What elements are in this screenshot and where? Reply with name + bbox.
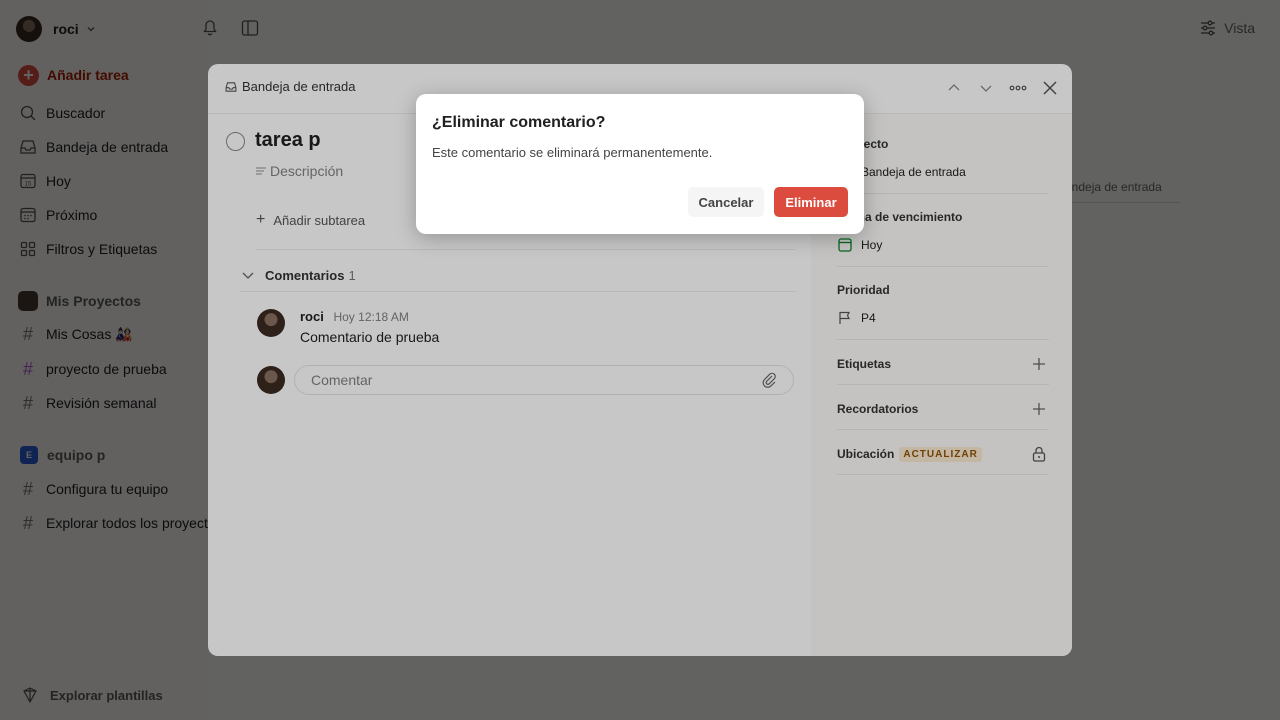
cancel-button[interactable]: Cancelar [688,187,764,217]
delete-comment-dialog: ¿Eliminar comentario? Este comentario se… [416,94,864,234]
dialog-title: ¿Eliminar comentario? [432,114,606,131]
dialog-message: Este comentario se eliminará permanentem… [432,145,713,160]
delete-button[interactable]: Eliminar [774,187,848,217]
